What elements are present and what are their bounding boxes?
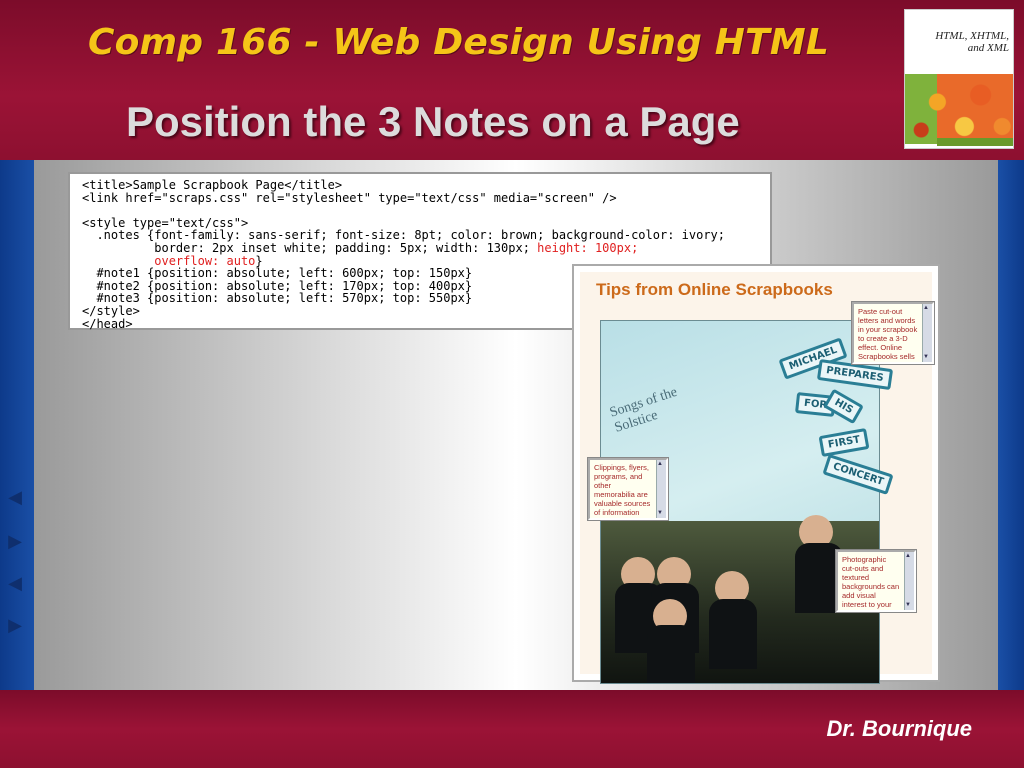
note2-text: Clippings, flyers, programs, and other m… [594,463,652,518]
tips-title: Tips from Online Scrapbooks [596,280,833,299]
book-cover-art [905,74,1013,144]
book-cover-bar [937,138,1013,146]
note1-text: Paste cut-out letters and words in your … [858,307,918,362]
code-line: #note3 {position: absolute; left: 570px;… [82,291,473,306]
slide-footer: Dr. Bournique [0,690,1024,768]
photo-suit [647,625,695,683]
slide-title: Position the 3 Notes on a Page [126,98,740,145]
nav-first-icon[interactable]: ◀ [4,486,26,508]
book-cover-image: HTML, XHTML, and XML [904,9,1014,149]
nav-prev-icon[interactable]: ◀ [4,572,26,594]
note1-box[interactable]: Paste cut-out letters and words in your … [851,301,935,365]
note3-scrollbar[interactable] [904,552,914,610]
note2-box[interactable]: Clippings, flyers, programs, and other m… [587,457,669,521]
browser-screenshot: Tips from Online Scrapbooks Songs of the… [572,264,940,684]
left-side-bar: ◀ ▶ ◀ ▶ [0,160,34,690]
note3-box[interactable]: Photographic cut-outs and textured backg… [835,549,917,613]
scrapbook-page: Tips from Online Scrapbooks Songs of the… [580,272,935,684]
scrapbook-heading: Songs of the Solstice [607,384,680,436]
note3-text: Photographic cut-outs and textured backg… [842,555,900,610]
slide-header: Comp 166 - Web Design Using HTML Positio… [0,0,1024,160]
code-line: <link href="scraps.css" rel="stylesheet"… [82,190,617,205]
right-side-bar [998,160,1024,690]
note1-scrollbar[interactable] [922,304,932,362]
note2-scrollbar[interactable] [656,460,666,518]
nav-next-icon[interactable]: ▶ [4,530,26,552]
nav-last-icon[interactable]: ▶ [4,614,26,636]
photo-suit [709,599,757,669]
book-cover-title: HTML, XHTML, and XML [935,30,1009,54]
code-line: </head> [82,316,133,331]
author-name: Dr. Bournique [826,716,972,741]
code-highlight: height: 100px; [537,240,639,255]
course-title: Comp 166 - Web Design Using HTML [88,22,830,63]
